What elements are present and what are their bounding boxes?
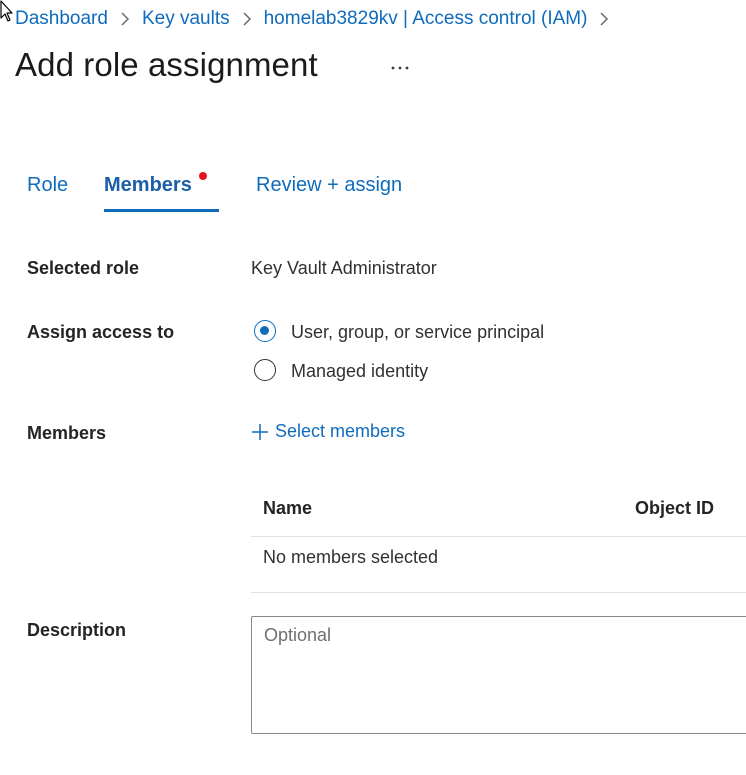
description-input[interactable]	[251, 616, 746, 734]
members-label: Members	[27, 423, 107, 443]
tab-role[interactable]: Role	[27, 174, 68, 197]
plus-icon	[252, 423, 268, 440]
chevron-right-icon	[120, 12, 130, 26]
tab-review-assign[interactable]: Review + assign	[256, 174, 402, 197]
column-header-name[interactable]: Name	[263, 498, 312, 519]
more-horizontal-icon[interactable]	[388, 58, 412, 78]
assign-access-label: Assign access to	[27, 322, 175, 342]
select-members-label[interactable]: Select members	[275, 421, 405, 442]
tab-members[interactable]: Members	[104, 174, 192, 197]
column-header-object-id[interactable]: Object ID	[635, 498, 714, 519]
breadcrumb: Dashboard Key vaults homelab3829kv | Acc…	[15, 6, 621, 32]
breadcrumb-access-control[interactable]: homelab3829kv | Access control (IAM)	[264, 8, 588, 30]
required-indicator-dot	[199, 172, 207, 180]
table-empty-message: No members selected	[263, 547, 439, 567]
description-label: Description	[27, 620, 127, 640]
page-title: Add role assignment	[15, 46, 318, 83]
table-header-divider	[251, 536, 746, 537]
chevron-right-icon	[242, 12, 252, 26]
radio-user-group-service-principal[interactable]	[254, 320, 276, 342]
radio-label-managed-identity[interactable]: Managed identity	[291, 361, 428, 382]
selected-role-label: Selected role	[27, 258, 140, 278]
cursor-arrow-icon	[0, 0, 13, 22]
select-members-link[interactable]: Select members	[251, 421, 405, 442]
selected-role-value: Key Vault Administrator	[251, 258, 437, 278]
breadcrumb-key-vaults[interactable]: Key vaults	[142, 8, 230, 30]
breadcrumb-dashboard[interactable]: Dashboard	[15, 8, 108, 30]
chevron-right-icon	[599, 12, 609, 26]
radio-label-user-group-service-principal[interactable]: User, group, or service principal	[291, 322, 544, 343]
radio-managed-identity[interactable]	[254, 359, 276, 381]
table-bottom-divider	[251, 592, 746, 593]
active-tab-underline	[104, 209, 219, 212]
